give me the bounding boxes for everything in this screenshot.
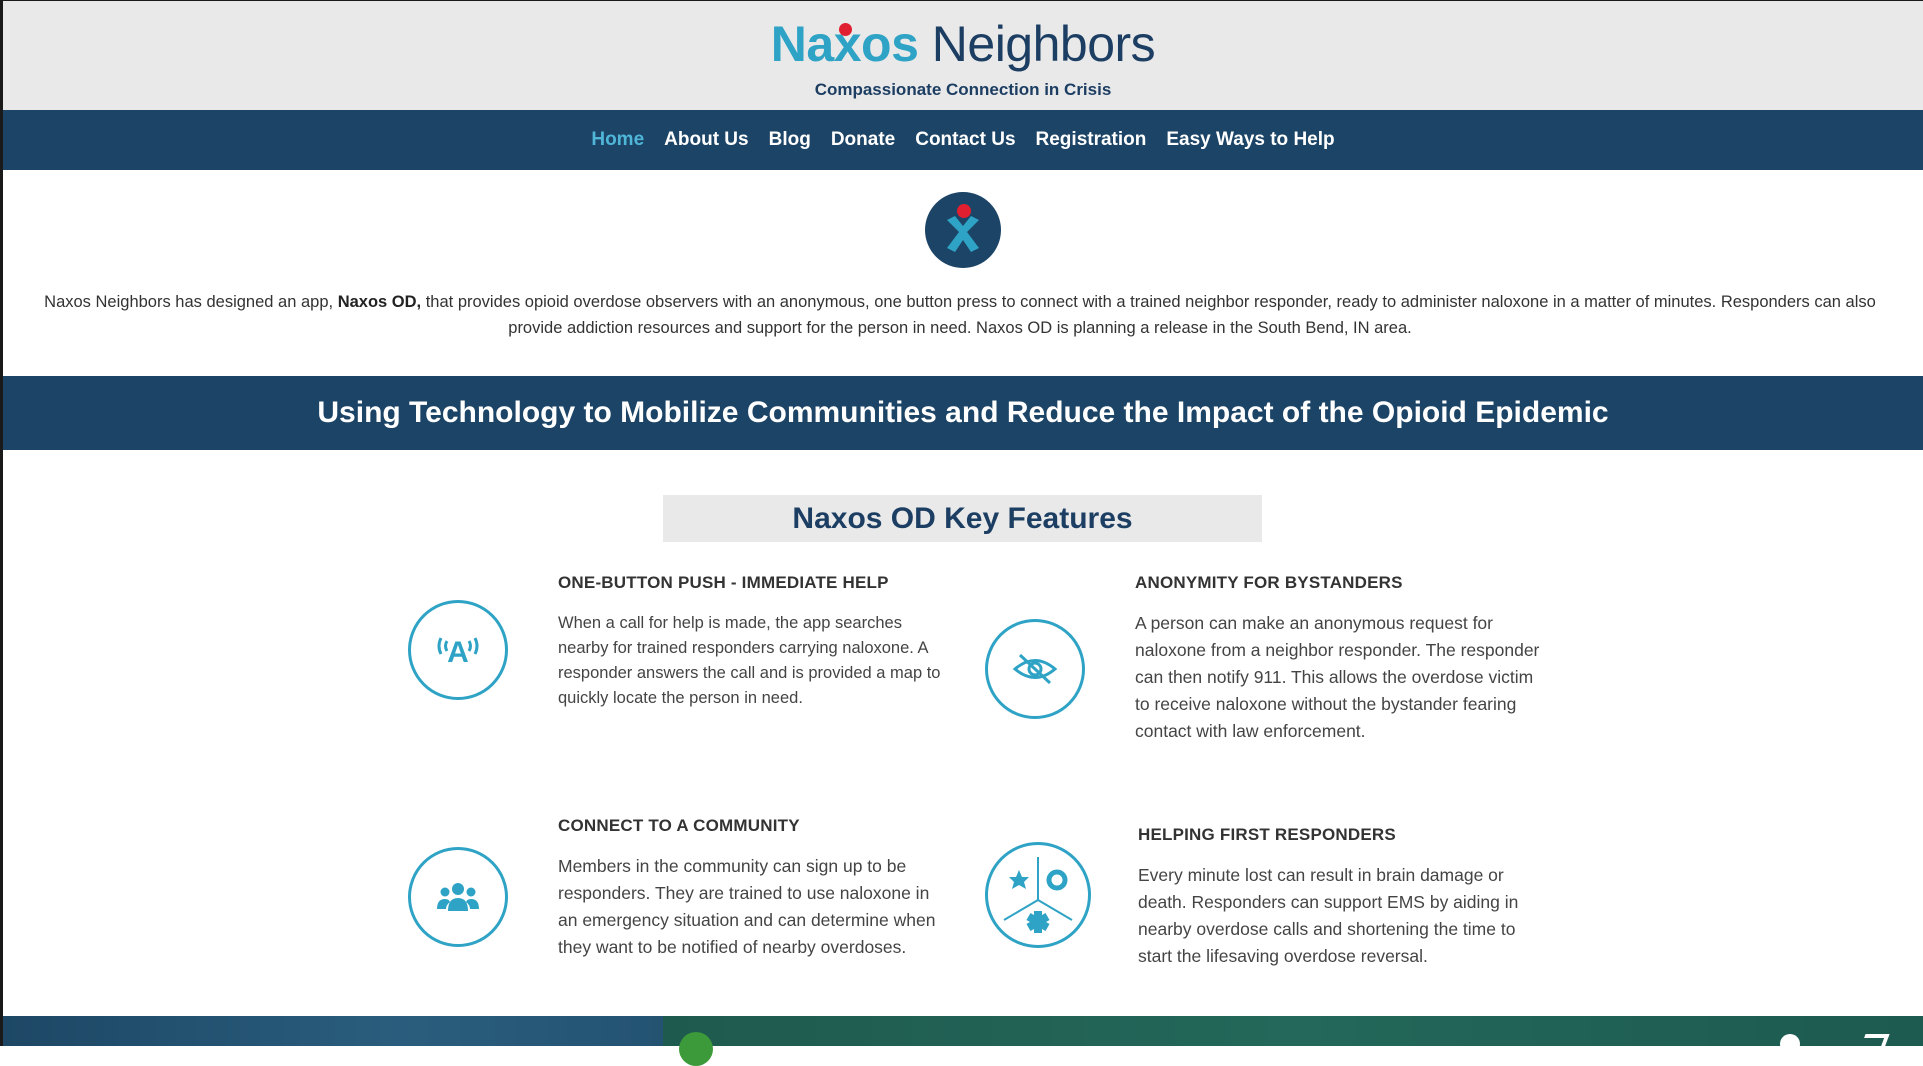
- watch-later-icon[interactable]: [1780, 1034, 1800, 1054]
- feature-heading-anonymity: ANONYMITY FOR BYSTANDERS: [1135, 573, 1403, 592]
- feature-heading-one-button: ONE-BUTTON PUSH - IMMEDIATE HELP: [558, 573, 889, 592]
- nav-item-easy-ways-to-help[interactable]: Easy Ways to Help: [1166, 129, 1334, 151]
- app-name: Naxos OD,: [337, 293, 422, 311]
- site-header: Naxos Neighbors Compassionate Connection…: [3, 1, 1923, 110]
- mission-banner-text: Using Technology to Mobilize Communities…: [317, 396, 1609, 429]
- logo-naxos: Naxos: [770, 16, 919, 72]
- nav-item-donate[interactable]: Donate: [831, 129, 895, 151]
- video-channel-icon[interactable]: [679, 1032, 713, 1066]
- site-tagline: Compassionate Connection in Crisis: [814, 80, 1112, 99]
- bottom-strip-image: [3, 1016, 663, 1046]
- first-responders-icon: [985, 842, 1091, 948]
- mission-banner: Using Technology to Mobilize Communities…: [3, 376, 1923, 450]
- logo-red-dot-icon: [838, 23, 852, 36]
- logo-neighbors: Neighbors: [931, 16, 1156, 72]
- nav-item-blog[interactable]: Blog: [769, 129, 811, 151]
- feature-body-community: Members in the community can sign up to …: [558, 856, 936, 957]
- feature-heading-first-responders: HELPING FIRST RESPONDERS: [1138, 825, 1396, 844]
- broadcast-icon: A: [408, 600, 508, 700]
- page: Naxos Neighbors Compassionate Connection…: [0, 0, 1923, 1066]
- video-embed[interactable]: [663, 1016, 1923, 1046]
- eye-slash-icon: [985, 619, 1085, 719]
- feature-body-one-button: When a call for help is made, the app se…: [558, 614, 941, 707]
- svg-text:A: A: [447, 636, 469, 669]
- feature-body-first-responders: Every minute lost can result in brain da…: [1138, 865, 1519, 966]
- intro-paragraph: Naxos Neighbors has designed an app, Nax…: [44, 293, 1876, 337]
- nav-item-home[interactable]: Home: [591, 129, 644, 151]
- main-navigation: Home About Us Blog Donate Contact Us Reg…: [3, 110, 1923, 170]
- feature-body-anonymity: A person can make an anonymous request f…: [1135, 613, 1540, 741]
- bottom-media-strip: [3, 1016, 1923, 1066]
- features-title: Naxos OD Key Features: [792, 501, 1133, 535]
- nav-item-about-us[interactable]: About Us: [664, 129, 748, 151]
- features-title-box: Naxos OD Key Features: [663, 495, 1262, 542]
- naxos-od-app-icon: [925, 192, 1001, 268]
- nav-item-registration[interactable]: Registration: [1036, 129, 1147, 151]
- nav-item-contact-us[interactable]: Contact Us: [915, 129, 1015, 151]
- feature-heading-community: CONNECT TO A COMMUNITY: [558, 816, 800, 835]
- site-logo[interactable]: Naxos Neighbors: [3, 15, 1923, 73]
- app-icon-red-dot: [957, 204, 971, 218]
- users-icon: [408, 847, 508, 947]
